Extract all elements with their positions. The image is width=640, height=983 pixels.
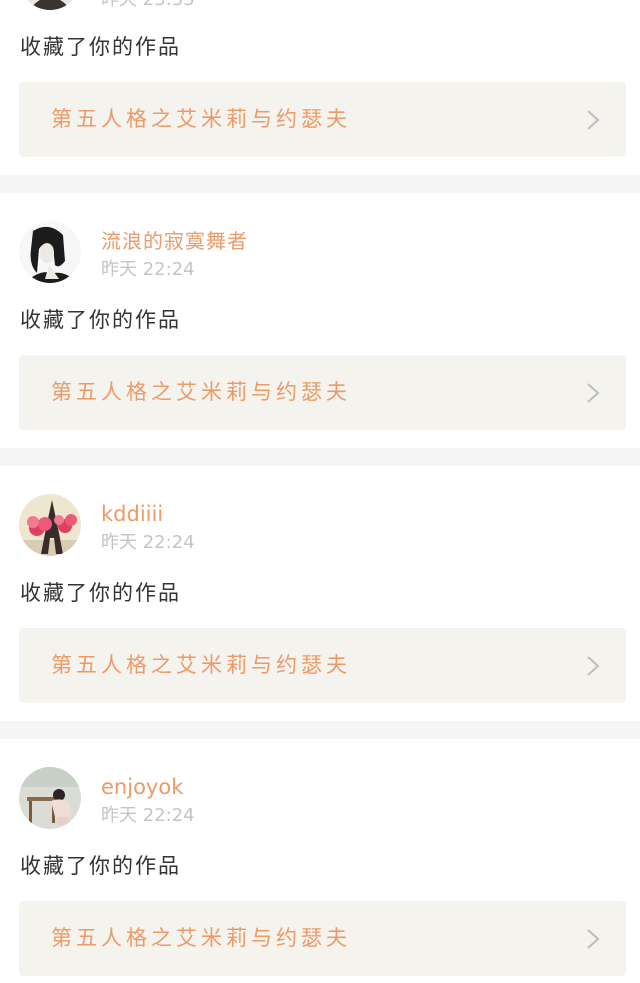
username[interactable]: 流浪的寂寞舞者 <box>101 228 248 254</box>
user-avatar[interactable] <box>19 0 81 10</box>
notification-time: 昨天 22:24 <box>101 532 195 553</box>
avatar-image <box>19 767 81 829</box>
avatar-image <box>19 494 81 556</box>
notification-action-text: 收藏了你的作品 <box>20 581 181 605</box>
notification-item: kddiiii 昨天 22:24 收藏了你的作品 第五人格之艾米莉与约瑟夫 <box>0 466 640 721</box>
user-avatar[interactable] <box>19 767 81 829</box>
user-avatar[interactable] <box>19 494 81 556</box>
notification-time: 昨天 23:33 <box>101 0 195 11</box>
work-card[interactable]: 第五人格之艾米莉与约瑟夫 <box>19 82 626 157</box>
username[interactable]: kddiiii <box>101 501 163 527</box>
notification-time: 昨天 22:24 <box>101 259 195 280</box>
work-card[interactable]: 第五人格之艾米莉与约瑟夫 <box>19 901 626 976</box>
notification-item: 昨天 23:33 收藏了你的作品 第五人格之艾米莉与约瑟夫 <box>0 0 640 175</box>
notification-time: 昨天 22:24 <box>101 805 195 826</box>
notification-item: enjoyok 昨天 22:24 收藏了你的作品 第五人格之艾米莉与约瑟夫 <box>0 739 640 983</box>
chevron-right-icon <box>586 655 600 677</box>
chevron-right-icon <box>586 928 600 950</box>
notification-item: 流浪的寂寞舞者 昨天 22:24 收藏了你的作品 第五人格之艾米莉与约瑟夫 <box>0 193 640 448</box>
user-avatar[interactable] <box>19 221 81 283</box>
avatar-image <box>19 0 81 10</box>
notification-action-text: 收藏了你的作品 <box>20 35 181 59</box>
work-title: 第五人格之艾米莉与约瑟夫 <box>51 653 351 677</box>
work-title: 第五人格之艾米莉与约瑟夫 <box>51 107 351 131</box>
notification-action-text: 收藏了你的作品 <box>20 854 181 878</box>
chevron-right-icon <box>586 109 600 131</box>
work-card[interactable]: 第五人格之艾米莉与约瑟夫 <box>19 355 626 430</box>
notification-action-text: 收藏了你的作品 <box>20 308 181 332</box>
username[interactable]: enjoyok <box>101 774 183 800</box>
work-title: 第五人格之艾米莉与约瑟夫 <box>51 926 351 950</box>
notification-feed: 昨天 23:33 收藏了你的作品 第五人格之艾米莉与约瑟夫 流浪的寂寞舞者 昨天… <box>0 0 640 983</box>
work-card[interactable]: 第五人格之艾米莉与约瑟夫 <box>19 628 626 703</box>
work-title: 第五人格之艾米莉与约瑟夫 <box>51 380 351 404</box>
avatar-image <box>19 221 81 283</box>
chevron-right-icon <box>586 382 600 404</box>
